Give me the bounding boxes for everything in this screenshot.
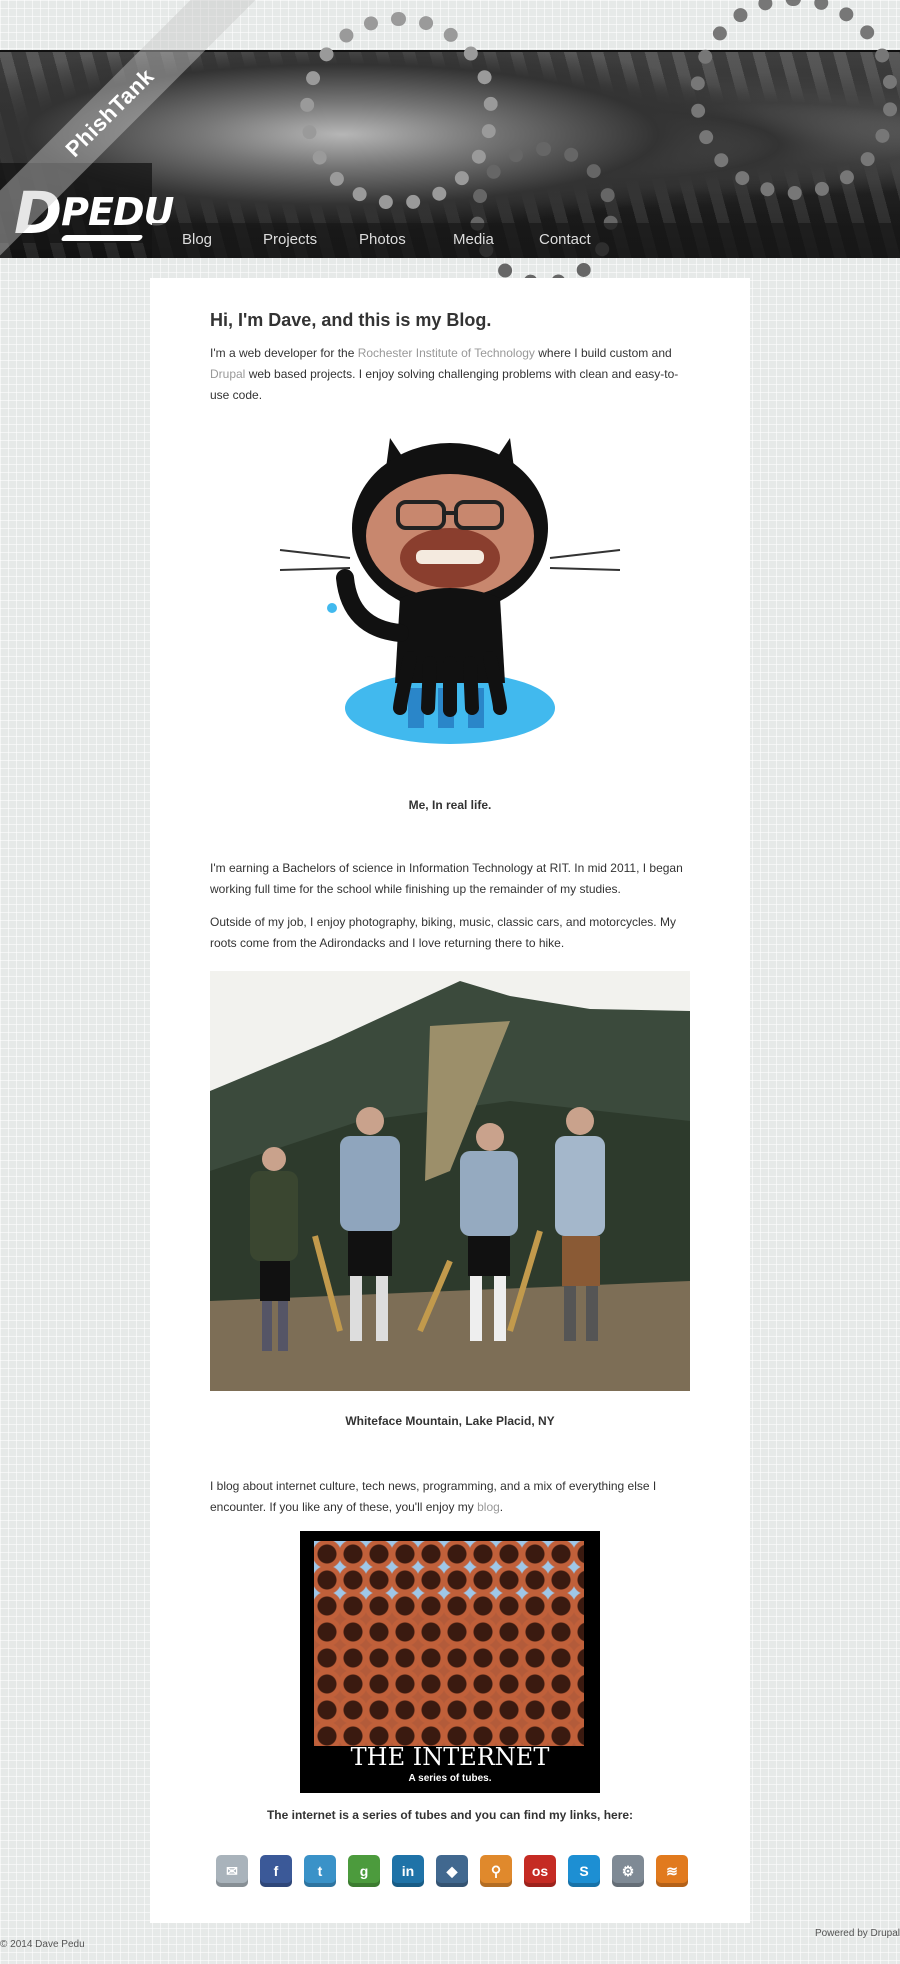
gear-graphic (690, 0, 898, 200)
bio-paragraph-1: I'm earning a Bachelors of science in In… (210, 861, 683, 896)
bio-paragraph-2: Outside of my job, I enjoy photography, … (210, 915, 676, 950)
nav-media[interactable]: Media (453, 231, 494, 248)
skype-icon[interactable]: S (568, 1855, 600, 1887)
intro-section: Hi, I'm Dave, and this is my Blog. I'm a… (210, 310, 690, 406)
linkedin-icon[interactable]: in (392, 1855, 424, 1887)
main-content: Hi, I'm Dave, and this is my Blog. I'm a… (150, 278, 750, 1923)
photo1-caption: Me, In real life. (408, 798, 492, 812)
nav-blog[interactable]: Blog (182, 231, 212, 248)
nav-contact[interactable]: Contact (539, 231, 591, 248)
mountain-photo (210, 971, 690, 1391)
powered-by[interactable]: Powered by Drupal (815, 1928, 900, 1939)
octocat-photo (279, 438, 621, 744)
blog-text: I blog about internet culture, tech news… (210, 1479, 657, 1514)
github-icon[interactable]: ◆ (436, 1855, 468, 1887)
main-nav: Blog Projects Photos Media Contact (152, 223, 900, 258)
links-caption: The internet is a series of tubes and yo… (266, 1808, 634, 1822)
nav-photos[interactable]: Photos (359, 231, 406, 248)
intro-text: where I build custom and (534, 346, 672, 360)
tubes-image (314, 1541, 584, 1746)
email-icon[interactable]: ✉ (216, 1855, 248, 1887)
logo-swoosh (60, 235, 144, 241)
bio-section: I'm earning a Bachelors of science in In… (210, 858, 690, 954)
photo2-caption: Whiteface Mountain, Lake Placid, NY (345, 1414, 555, 1428)
poster-subtitle: A series of tubes. (408, 1773, 492, 1784)
gear-graphic (470, 142, 618, 290)
intro-text: web based projects. I enjoy solving chal… (210, 367, 679, 402)
social-links: ✉ f t g in ◆ ⚲ os S ⚙ ≋ (216, 1855, 696, 1889)
google-icon[interactable]: g (348, 1855, 380, 1887)
lastfm-icon[interactable]: os (524, 1855, 556, 1887)
rss-icon[interactable]: ≋ (656, 1855, 688, 1887)
rit-link[interactable]: Rochester Institute of Technology (358, 346, 535, 360)
copyright: © 2014 Dave Pedu (0, 1939, 85, 1950)
blog-text: . (499, 1500, 504, 1514)
drupal-link[interactable]: Drupal (210, 367, 245, 381)
steam-icon[interactable]: ⚙ (612, 1855, 644, 1887)
facebook-icon[interactable]: f (260, 1855, 292, 1887)
nav-projects[interactable]: Projects (263, 231, 317, 248)
poster-title: THE INTERNET (350, 1743, 550, 1771)
internet-poster: THE INTERNET A series of tubes. (300, 1531, 600, 1793)
intro-paragraph: I'm a web developer for the Rochester In… (210, 343, 690, 406)
blog-section: I blog about internet culture, tech news… (210, 1476, 690, 1518)
twitter-icon[interactable]: t (304, 1855, 336, 1887)
gear-graphic (300, 12, 498, 210)
page-title: Hi, I'm Dave, and this is my Blog. (210, 310, 492, 330)
intro-text: I'm a web developer for the (210, 346, 358, 360)
blog-paragraph: I blog about internet culture, tech news… (210, 1476, 690, 1518)
bike-icon[interactable]: ⚲ (480, 1855, 512, 1887)
blog-link[interactable]: blog (477, 1500, 500, 1514)
